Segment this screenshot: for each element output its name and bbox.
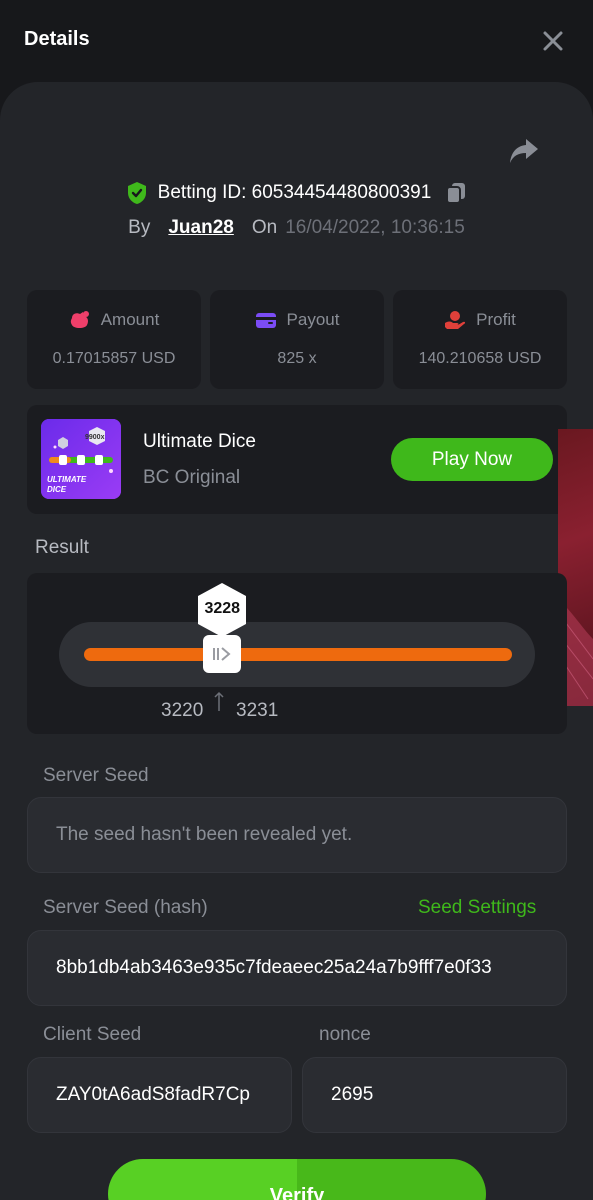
server-seed-field: The seed hasn't been revealed yet. <box>27 797 567 873</box>
arrow-up-icon <box>213 691 225 713</box>
stat-amount: Amount 0.17015857 USD <box>27 290 201 389</box>
seed-settings-link[interactable]: Seed Settings <box>418 897 536 919</box>
hand-coin-icon <box>444 310 466 330</box>
share-icon[interactable] <box>508 137 540 165</box>
client-seed-field[interactable]: ZAY0tA6adS8fadR7Cp <box>27 1057 292 1133</box>
result-label: Result <box>35 537 89 558</box>
game-provider: BC Original <box>143 467 241 488</box>
nonce-field[interactable]: 2695 <box>302 1057 567 1133</box>
nonce-label: nonce <box>319 1024 371 1045</box>
game-thumbnail[interactable]: 9900x ULTIMATE DICE <box>41 419 121 499</box>
slider-handle[interactable] <box>203 635 242 673</box>
bet-datetime: 16/04/2022, 10:36:15 <box>285 217 465 238</box>
verify-button[interactable]: Verify <box>108 1159 486 1200</box>
page-title: Details <box>24 28 90 50</box>
money-bag-icon <box>69 310 91 330</box>
result-bar <box>84 648 512 661</box>
game-name: Ultimate Dice <box>143 431 256 452</box>
stat-label: Profit <box>476 310 516 329</box>
server-seed-label: Server Seed <box>43 765 149 786</box>
stat-value: 825 x <box>277 350 317 367</box>
stat-label: Amount <box>100 310 160 329</box>
thumb-title-2: DICE <box>47 485 67 494</box>
stat-value: 0.17015857 USD <box>52 350 176 367</box>
betting-id-row: Betting ID: 605344544808003­91 <box>0 178 593 208</box>
result-value: 3228 <box>204 600 241 617</box>
range-min: 3220 <box>161 700 204 721</box>
by-label: By <box>128 217 151 238</box>
username-link[interactable]: Juan28 <box>168 217 233 239</box>
server-seed-hash-field[interactable]: 8bb1db4ab3463e935c7fdeaeec25a24a7b9fff7e… <box>27 930 567 1006</box>
client-seed-label: Client Seed <box>43 1024 142 1045</box>
stat-payout: Payout 825 x <box>210 290 384 389</box>
on-label: On <box>251 217 278 238</box>
server-seed-hash-label: Server Seed (hash) <box>43 897 208 918</box>
close-icon[interactable] <box>540 28 566 54</box>
thumb-badge: 9900x <box>85 434 105 441</box>
result-slider-box: 3228 3220 3231 <box>27 573 567 734</box>
header: Details <box>0 0 593 82</box>
stat-profit: Profit 140.210658 USD <box>393 290 567 389</box>
game-card: 9900x ULTIMATE DICE Ultimate Dice BC Ori… <box>27 405 567 514</box>
bet-meta-row: By Juan28 On 16/04/2022, 10:36:15 <box>0 214 593 242</box>
thumb-title-1: ULTIMATE <box>47 475 87 484</box>
result-track <box>59 622 535 687</box>
stat-value: 140.210658 USD <box>418 350 542 367</box>
play-now-button[interactable]: Play Now <box>391 438 553 481</box>
result-bubble: 3228 <box>196 582 248 638</box>
stat-label: Payout <box>286 310 340 329</box>
copy-icon[interactable] <box>445 181 467 205</box>
shield-check-icon <box>126 181 148 205</box>
range-max: 3231 <box>236 700 279 721</box>
wallet-card-icon <box>255 310 277 330</box>
betting-id: Betting ID: 605344544808003­91 <box>157 182 432 203</box>
